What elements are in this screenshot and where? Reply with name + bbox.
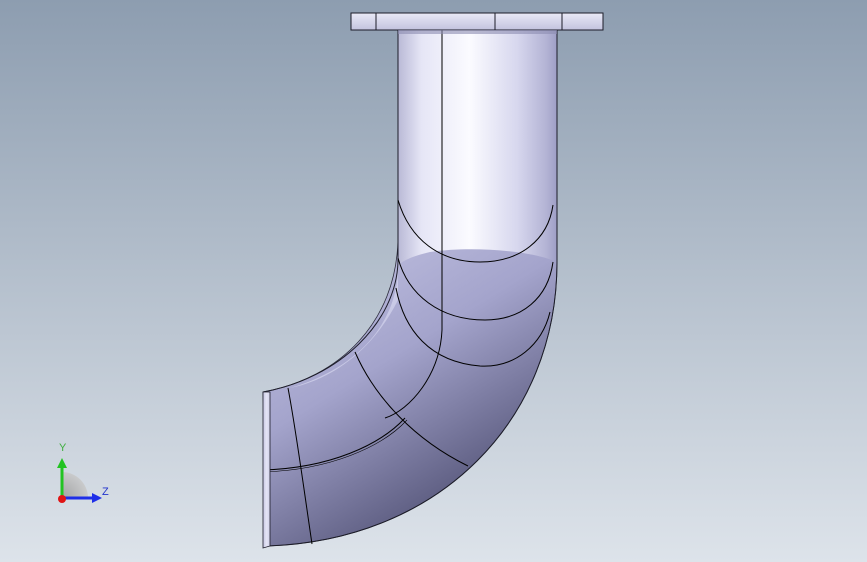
flange-shadow	[398, 30, 557, 34]
model-canvas[interactable]	[0, 0, 867, 562]
top-flange[interactable]	[350, 12, 604, 31]
x-axis-dot	[58, 495, 66, 503]
y-axis-label: Y	[59, 442, 67, 454]
z-axis-label: Z	[102, 486, 109, 498]
pipe-end-face[interactable]	[262, 391, 271, 549]
graphics-viewport[interactable]: Y Z	[0, 0, 867, 562]
vertical-pipe-section[interactable]	[398, 30, 557, 266]
